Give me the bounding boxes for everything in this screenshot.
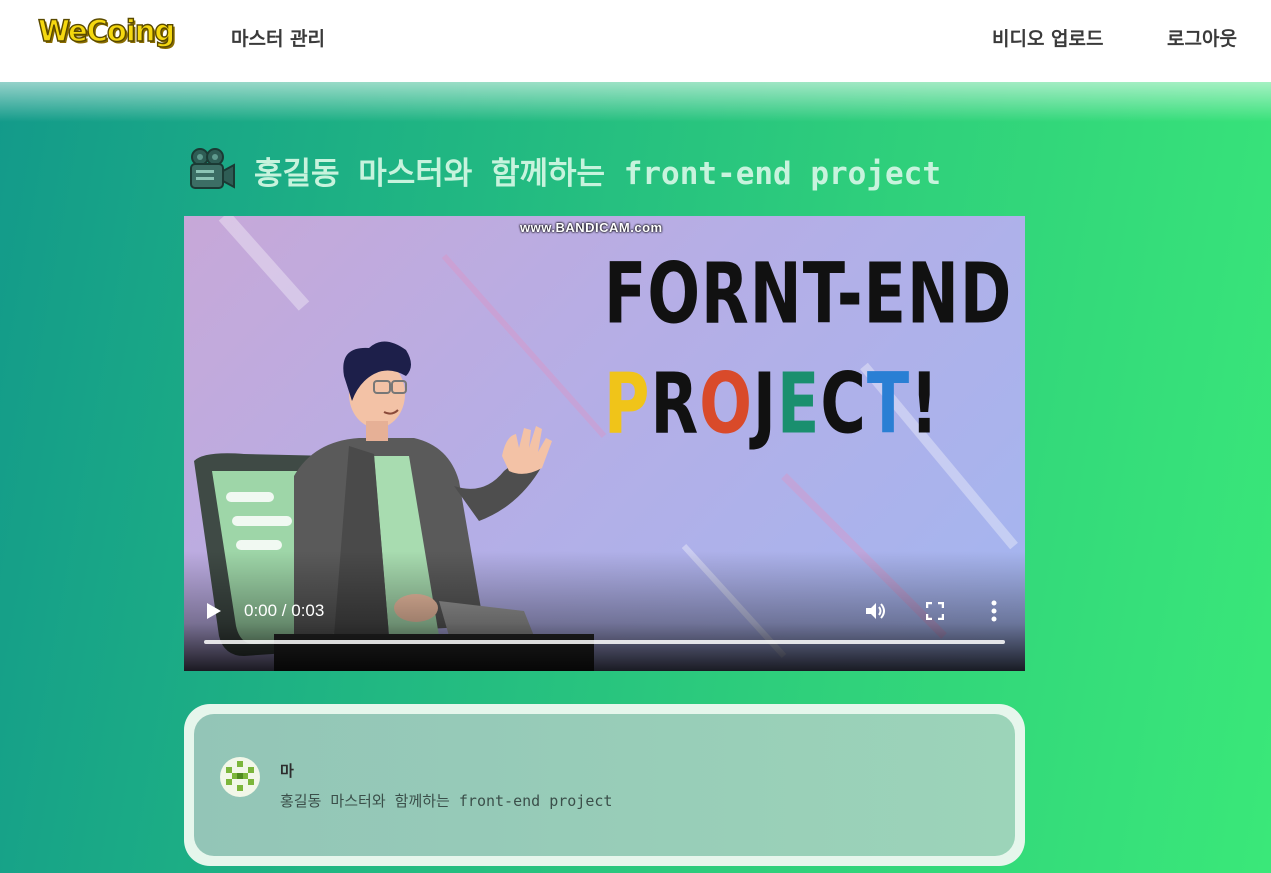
bandicam-watermark: www.BANDICAM.com: [520, 220, 663, 235]
nav-master-management[interactable]: 마스터 관리: [231, 24, 325, 51]
video-headline-line2: PROJECT!: [604, 354, 939, 453]
headline-letter: J: [752, 354, 777, 453]
identicon-avatar: [220, 757, 260, 797]
more-vert-icon[interactable]: [990, 600, 998, 622]
video-title: 홍길동 마스터와 함께하는 front-end project: [254, 155, 941, 192]
master-name: 마: [280, 762, 294, 780]
fullscreen-icon[interactable]: [926, 602, 944, 620]
nav-video-upload[interactable]: 비디오 업로드: [992, 24, 1104, 51]
site-logo[interactable]: WeCoing: [37, 13, 176, 48]
top-navbar: WeCoing 마스터 관리 비디오 업로드 로그아웃: [0, 0, 1271, 82]
page-title: 홍길동 마스터와 함께하는 front-end project: [188, 146, 941, 194]
headline-letter: P: [604, 354, 651, 453]
headline-letter: T: [866, 354, 911, 453]
video-headline-line1: FORNT-END: [604, 244, 1013, 343]
video-info-card: 마 홍길동 마스터와 함께하는 front-end project: [184, 704, 1025, 866]
volume-icon[interactable]: [864, 600, 886, 622]
video-info-card-inner: 마 홍길동 마스터와 함께하는 front-end project: [194, 714, 1015, 856]
video-time: 0:00 / 0:03: [244, 601, 325, 620]
play-icon[interactable]: [206, 602, 222, 620]
headline-letter: C: [820, 354, 867, 453]
video-description: 홍길동 마스터와 함께하는 front-end project: [280, 792, 613, 810]
headline-letter: R: [650, 354, 700, 453]
video-progress-bar[interactable]: [204, 640, 1005, 644]
movie-camera-icon: [190, 148, 235, 189]
headline-letter: !: [910, 354, 940, 453]
video-player[interactable]: www.BANDICAM.com FORNT-END PROJECT! 0:00…: [184, 216, 1025, 671]
nav-logout[interactable]: 로그아웃: [1167, 24, 1237, 51]
headline-letter: E: [777, 354, 821, 453]
headline-letter: O: [699, 354, 753, 453]
